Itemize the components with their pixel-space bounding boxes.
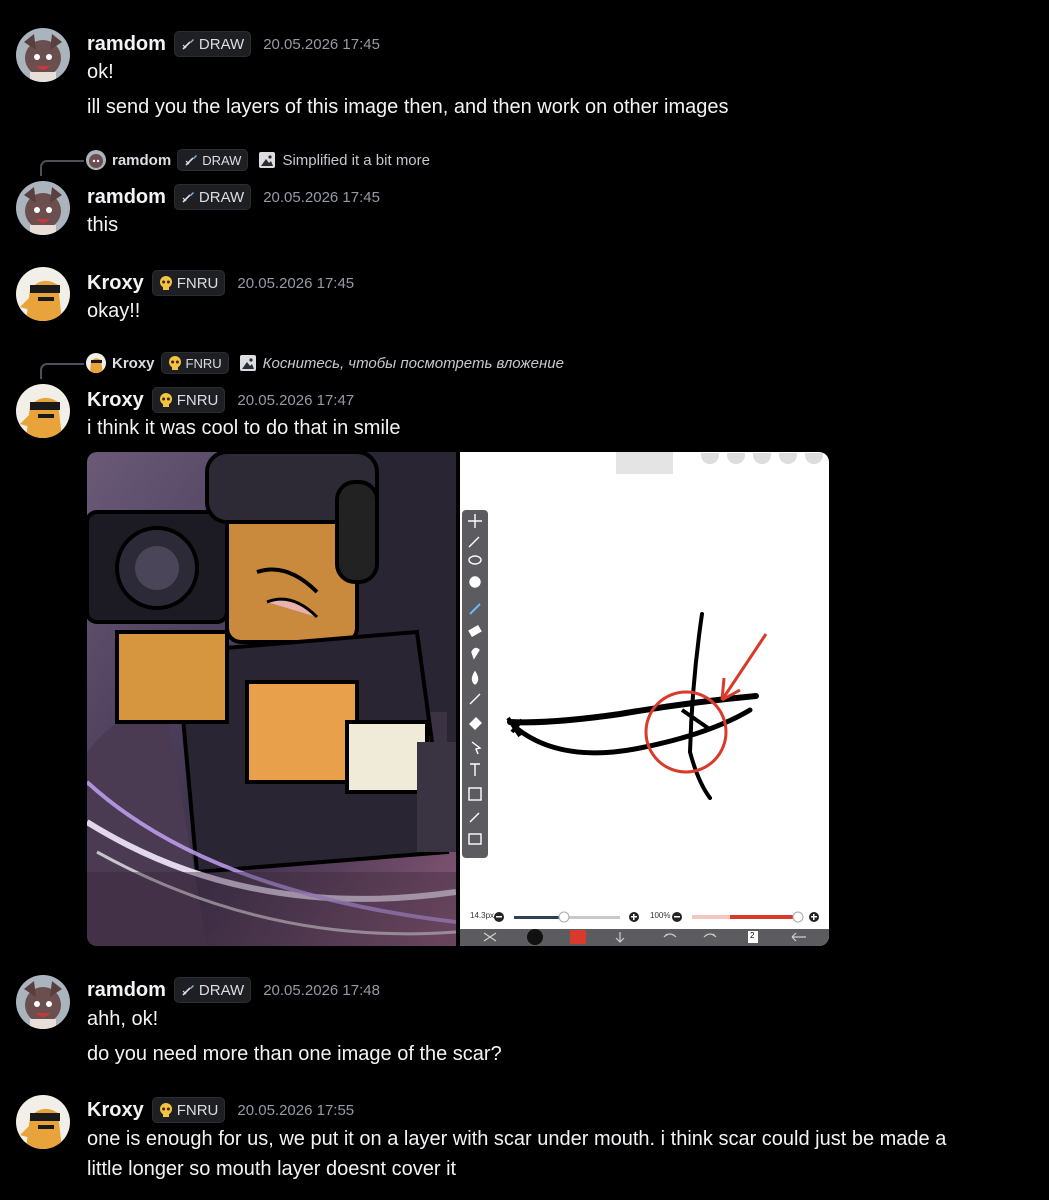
avatar-ramdom[interactable]: [16, 28, 70, 82]
avatar-kroxy[interactable]: [16, 384, 70, 438]
timestamp: 20.05.2026 17:48: [263, 981, 380, 999]
reply-avatar: [86, 353, 106, 373]
message-text: okay!!: [87, 300, 141, 322]
attachment-illustration[interactable]: [87, 452, 456, 946]
avatar-ramdom[interactable]: [16, 181, 70, 235]
role-tag[interactable]: DRAW: [173, 977, 252, 1003]
brush-icon: [181, 37, 195, 51]
reply-text: Коснитесь, чтобы посмотреть вложение: [262, 354, 564, 372]
layer-count: 2: [750, 931, 755, 940]
timestamp: 20.05.2026 17:55: [237, 1101, 355, 1119]
username[interactable]: Kroxy: [87, 389, 144, 412]
message-text: ahh, ok!: [87, 1008, 159, 1030]
message-text: ill send you the layers of this image th…: [87, 96, 729, 118]
reply-username: Kroxy: [112, 354, 155, 372]
reply-username: ramdom: [112, 151, 172, 169]
skull-emoji-icon: [159, 1103, 173, 1117]
reply-spine: [40, 160, 84, 176]
reply-text: Simplified it a bit more: [282, 151, 430, 169]
role-tag[interactable]: FNRU: [151, 387, 226, 413]
reply-role-tag: FNRU: [160, 352, 229, 374]
username[interactable]: ramdom: [87, 33, 166, 56]
avatar-ramdom[interactable]: [16, 975, 70, 1029]
brush-icon: [184, 153, 198, 167]
message-text: one is enough for us, we put it on a lay…: [87, 1128, 947, 1150]
message-text: do you need more than one image of the s…: [87, 1043, 502, 1065]
avatar-kroxy[interactable]: [16, 267, 70, 321]
username[interactable]: ramdom: [87, 186, 166, 209]
skull-emoji-icon: [159, 276, 173, 290]
brush-size-row: 14.3px 100%: [460, 908, 829, 926]
username[interactable]: Kroxy: [87, 1099, 144, 1122]
timestamp: 20.05.2026 17:47: [237, 391, 355, 409]
timestamp: 20.05.2026 17:45: [237, 274, 355, 292]
image-icon: [258, 151, 276, 169]
avatar-kroxy[interactable]: [16, 1095, 70, 1149]
brush-size-value: 14.3px: [470, 911, 495, 920]
bottom-toolbar: 2: [460, 929, 829, 946]
message-text: i think it was cool to do that in smile: [87, 417, 401, 439]
brush-icon: [181, 983, 195, 997]
reply-avatar: [86, 150, 106, 170]
role-tag[interactable]: FNRU: [151, 1097, 226, 1123]
image-icon: [239, 354, 257, 372]
timestamp: 20.05.2026 17:45: [263, 35, 380, 53]
skull-emoji-icon: [159, 393, 173, 407]
timestamp: 20.05.2026 17:45: [263, 188, 380, 206]
reply-role-tag: DRAW: [177, 149, 249, 171]
scar-sketch: [506, 612, 768, 800]
message-text: little longer so mouth layer doesnt cove…: [87, 1158, 457, 1180]
username[interactable]: Kroxy: [87, 272, 144, 295]
message-text: this: [87, 214, 119, 236]
message-text: ok!: [87, 61, 114, 83]
attachment-editor-screenshot[interactable]: 14.3px 100% 2: [460, 452, 829, 946]
opacity-value: 100%: [650, 911, 671, 920]
username[interactable]: ramdom: [87, 979, 166, 1002]
brush-icon: [181, 190, 195, 204]
role-tag[interactable]: FNRU: [151, 270, 226, 296]
skull-emoji-icon: [168, 356, 182, 370]
reply-spine: [40, 363, 84, 379]
role-tag[interactable]: DRAW: [173, 31, 252, 57]
role-tag[interactable]: DRAW: [173, 184, 252, 210]
